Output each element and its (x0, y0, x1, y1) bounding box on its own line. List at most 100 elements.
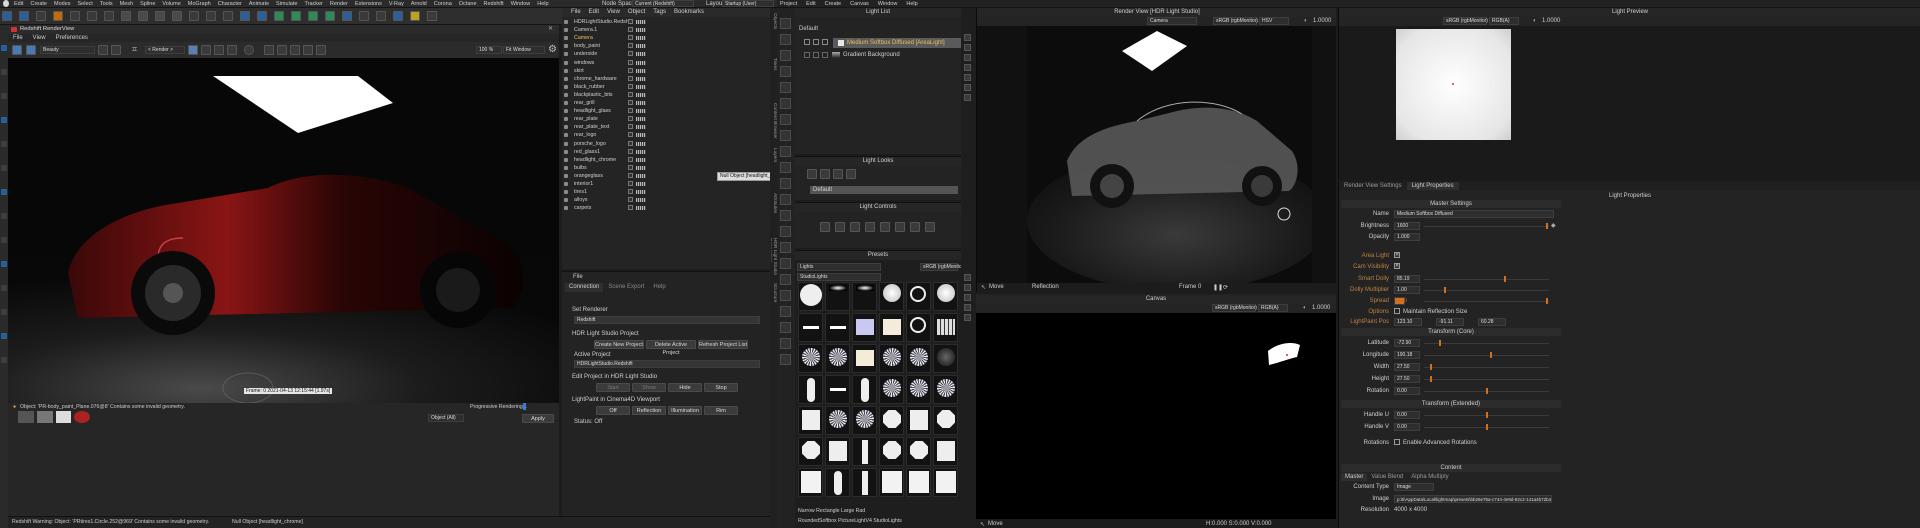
preset-thumbnail[interactable] (906, 437, 931, 466)
x-axis-icon[interactable] (121, 11, 131, 21)
hls-menu-help[interactable]: Help (906, 0, 917, 8)
exposure-icon[interactable]: ◐ (1533, 18, 1537, 24)
pause-icon[interactable]: ❚❚ (1213, 284, 1223, 291)
menu-item[interactable]: Redshift (484, 0, 504, 8)
rotation-field[interactable]: 0.00 (1394, 387, 1420, 395)
preset-thumbnail[interactable] (825, 375, 850, 404)
light-row[interactable]: Gradient Background (804, 51, 954, 60)
object-row[interactable]: windows (562, 59, 770, 67)
preview-channel-select[interactable]: RGB(A) (1489, 17, 1519, 25)
render-icon[interactable] (12, 45, 22, 55)
om-menu-tags[interactable]: Tags (653, 8, 666, 17)
om-menu-view[interactable]: View (607, 8, 620, 17)
canvas-tool-icon[interactable] (964, 284, 971, 291)
object-filter-select[interactable]: Object (All) (428, 414, 464, 422)
area-light-checkbox[interactable]: ✕ (1394, 252, 1400, 258)
preset-thumbnail[interactable] (906, 344, 931, 373)
object-row[interactable]: skirt (562, 67, 770, 75)
canvas-tool-icon[interactable] (964, 44, 971, 51)
hls-tool-icon[interactable] (780, 274, 791, 285)
hls-tool-icon[interactable] (780, 18, 791, 29)
preset-thumbnail[interactable] (906, 313, 931, 342)
tag-icon[interactable] (636, 157, 646, 162)
hls-tool-icon[interactable] (780, 290, 791, 301)
tag-icon[interactable] (636, 182, 646, 186)
crop-icon[interactable]: ⌗ (132, 45, 142, 55)
spread-field[interactable]: 1.00 (1394, 297, 1407, 305)
preset-thumbnail[interactable] (933, 406, 958, 435)
lightpaint-reflection-button[interactable]: Reflection (632, 406, 666, 415)
light-icon[interactable] (359, 11, 369, 21)
maintain-reflection-checkbox[interactable] (1394, 308, 1400, 314)
c4d-logo-icon[interactable] (3, 0, 9, 7)
preset-thumbnail[interactable] (825, 282, 850, 311)
visibility-checkbox[interactable] (628, 75, 633, 81)
palette-tool-icon[interactable] (1, 357, 7, 363)
visibility-checkbox[interactable] (628, 67, 633, 73)
snapshot-thumb[interactable] (55, 411, 72, 423)
show-button[interactable]: Show (632, 383, 666, 392)
apply-button[interactable]: Apply (522, 414, 554, 423)
lightpaint-illumination-button[interactable]: Illumination (668, 406, 702, 415)
visibility-checkbox[interactable] (628, 91, 633, 97)
handle-v-slider[interactable] (1424, 424, 1549, 430)
bend-icon[interactable] (308, 11, 318, 21)
exposure-icon[interactable]: ◐ (1304, 18, 1308, 24)
tag-icon[interactable] (636, 44, 646, 49)
compare-icon[interactable] (111, 45, 121, 55)
smart-dolly-field[interactable]: 85.19 (1394, 275, 1420, 283)
visibility-checkbox[interactable] (628, 116, 633, 122)
preset-category-select[interactable]: Lights (797, 263, 881, 271)
transform-core-header[interactable]: Transform (Core) (1341, 328, 1561, 336)
preset-thumbnail[interactable] (798, 313, 823, 342)
canvas-tool-icon[interactable] (964, 314, 971, 321)
render-view-icon[interactable] (206, 11, 216, 21)
brightness-slider[interactable] (1424, 223, 1549, 229)
refresh-icon[interactable]: ⟳ (1223, 284, 1228, 291)
canvas-tool-icon[interactable] (964, 34, 971, 41)
preset-thumbnail[interactable] (933, 375, 958, 404)
rotation-slider[interactable] (1424, 388, 1549, 394)
hls-menu-create[interactable]: Create (825, 0, 842, 8)
preset-thumbnail[interactable] (906, 406, 931, 435)
object-row[interactable]: carpets (562, 204, 770, 212)
close-icon[interactable]: ✕ (548, 25, 553, 32)
hls-tool-icon[interactable] (780, 66, 791, 77)
tag-icon[interactable] (636, 84, 646, 89)
image-path-field[interactable]: p:\ti\AppData\Local\lightmap\presets\bb2… (1394, 495, 1552, 503)
visibility-checkbox[interactable] (628, 59, 633, 65)
tag-icon[interactable] (636, 28, 646, 33)
preset-thumbnail[interactable] (933, 282, 958, 311)
light-control-icon[interactable] (850, 222, 860, 232)
expand-icon[interactable] (290, 45, 300, 55)
preset-thumbnail[interactable] (852, 437, 877, 466)
tag-icon[interactable] (636, 125, 646, 130)
slider-knob[interactable] (1546, 223, 1548, 229)
om-menu-file[interactable]: File (571, 8, 581, 17)
visibility-checkbox[interactable] (628, 51, 633, 57)
sun-icon[interactable] (214, 45, 224, 55)
tab-help[interactable]: Help (649, 283, 669, 292)
start-button[interactable]: Start (596, 383, 630, 392)
preset-thumbnail[interactable] (879, 313, 904, 342)
fit-icon[interactable] (264, 45, 274, 55)
slider-knob[interactable] (1486, 424, 1488, 430)
visibility-checkbox[interactable] (628, 124, 633, 130)
stop-button[interactable]: Stop (704, 383, 738, 392)
dolly-multiplier-slider[interactable] (1424, 287, 1549, 293)
refresh-project-button[interactable]: Refresh Project List (698, 340, 748, 349)
tag-icon[interactable] (636, 60, 646, 65)
hls-tool-icon[interactable] (780, 98, 791, 109)
canvas-tool-icon[interactable] (964, 64, 971, 71)
hls-tool-icon[interactable] (780, 354, 791, 365)
object-row[interactable]: chrome_hardware (562, 75, 770, 83)
slider-knob[interactable] (1430, 376, 1432, 382)
lightpaint-pos-x[interactable]: 123.10 (1394, 318, 1422, 326)
hls-menu-canvas[interactable]: Canvas (850, 0, 869, 8)
menu-item[interactable]: Volume (162, 0, 180, 8)
palette-tool-icon[interactable] (1, 309, 7, 315)
renderview-menu-file[interactable]: File (13, 34, 23, 42)
tag-icon[interactable] (636, 133, 646, 138)
focus-icon[interactable] (277, 45, 287, 55)
object-row[interactable]: headlight_chrome (562, 156, 770, 164)
